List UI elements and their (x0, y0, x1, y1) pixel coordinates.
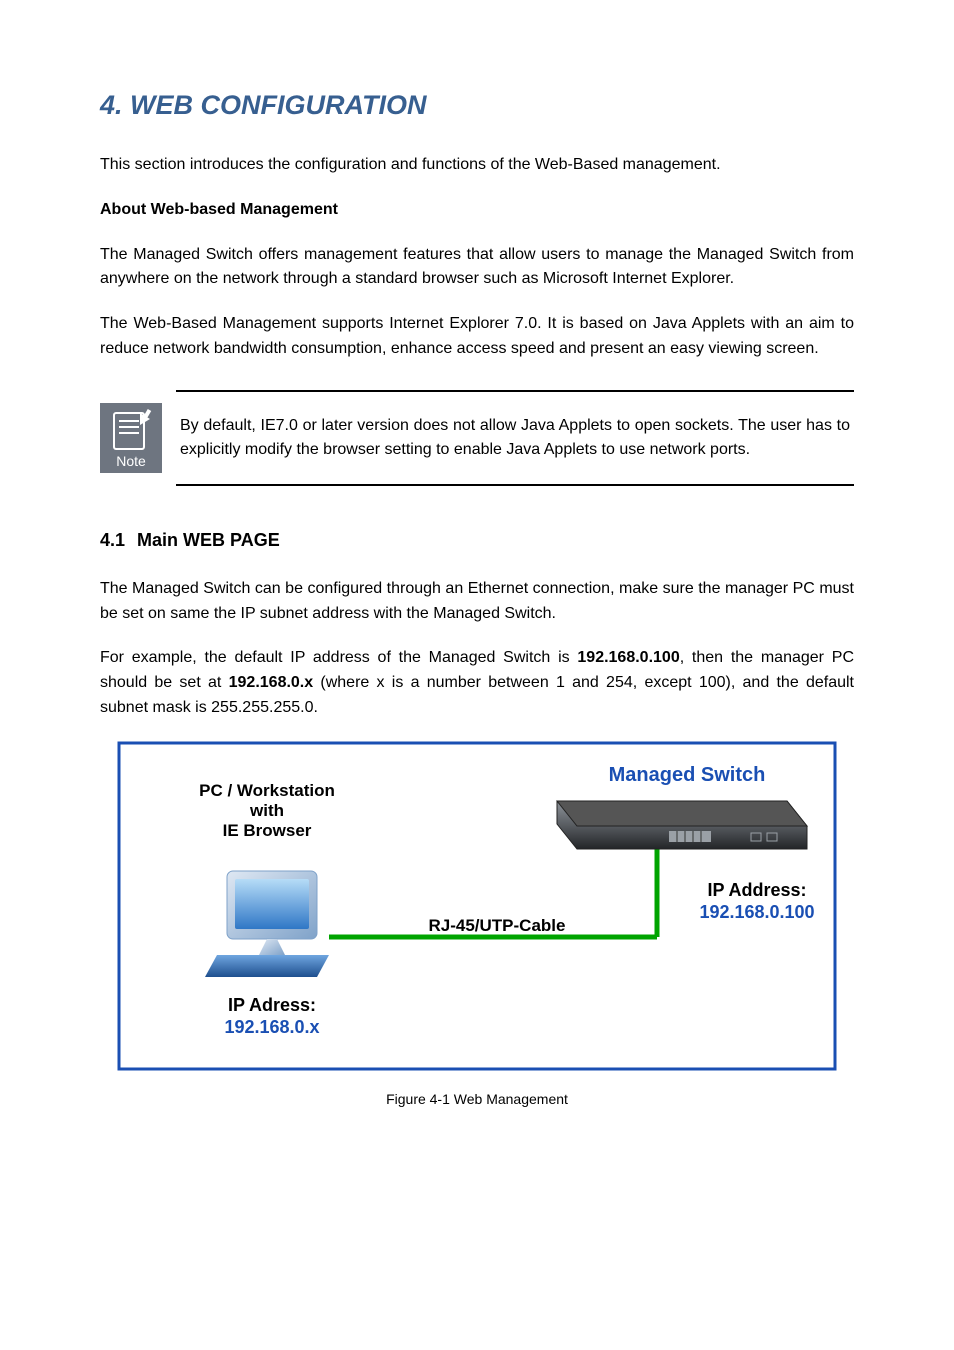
chapter-title: 4. WEB CONFIGURATION (100, 90, 854, 121)
default-ip: 192.168.0.100 (577, 649, 679, 666)
diagram-area: PC / Workstation with IE Browser (100, 741, 854, 1071)
pc-ip-text: 192.168.0.x (224, 1017, 319, 1037)
intro-paragraph-2: The Managed Switch offers management fea… (100, 243, 854, 293)
about-heading: About Web-based Management (100, 198, 854, 223)
svg-text:Note: Note (116, 453, 146, 469)
switch-ip-title-text: IP Address: (707, 880, 806, 900)
section-title: Main WEB PAGE (137, 530, 280, 551)
intro-paragraph-3a: The Web-Based Management supports Intern… (100, 312, 854, 362)
note-icon: Note (100, 390, 162, 486)
managed-switch-icon (557, 801, 807, 849)
intro-paragraph-1: This section introduces the configuratio… (100, 153, 854, 178)
pc-label-3-text: IE Browser (223, 821, 312, 840)
intro-paragraph-5: For example, the default IP address of t… (100, 646, 854, 720)
p5-prefix: For example, the default IP address of t… (100, 649, 577, 666)
note-block: Note By default, IE7.0 or later version … (100, 390, 854, 486)
cable-label-text: RJ-45/UTP-Cable (429, 916, 566, 935)
section-number: 4.1 (100, 530, 125, 551)
switch-ip-text: 192.168.0.100 (699, 902, 814, 922)
pc-ip-title-text: IP Adress: (228, 995, 316, 1015)
pc-label-2-text: with (249, 801, 284, 820)
pc-ip-pattern: 192.168.0.x (229, 674, 314, 691)
intro-paragraph-4: The Managed Switch can be configured thr… (100, 577, 854, 627)
note-text: By default, IE7.0 or later version does … (176, 390, 854, 486)
figure-caption: Figure 4-1 Web Management (100, 1091, 854, 1107)
pc-label-1-text: PC / Workstation (199, 781, 335, 800)
section-heading: 4.1 Main WEB PAGE (100, 530, 854, 551)
switch-label-text: Managed Switch (609, 764, 766, 786)
